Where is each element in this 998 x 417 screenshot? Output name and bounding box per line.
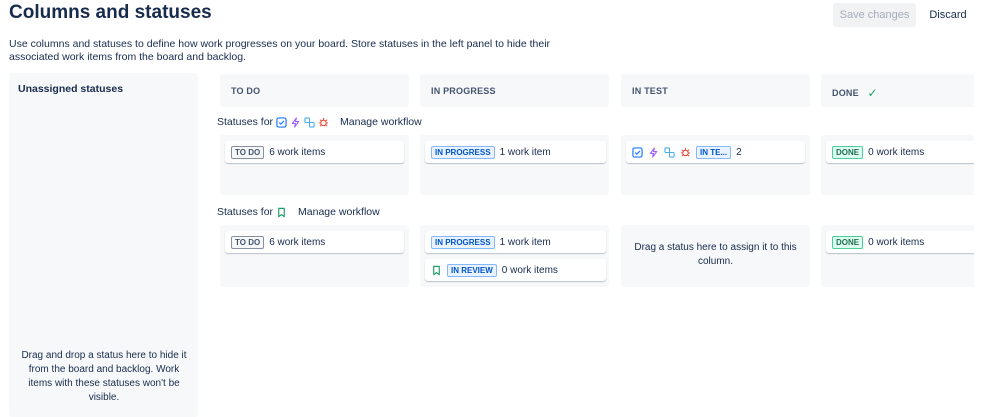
unassigned-statuses-panel[interactable]: Unassigned statuses Drag and drop a stat… <box>9 73 198 417</box>
status-card[interactable]: IN PROGRESS 1 work item <box>425 141 606 163</box>
status-lozenge: TO DO <box>231 145 265 159</box>
status-lozenge: TO DO <box>231 235 265 249</box>
unassigned-drop-hint: Drag and drop a status here to hide it f… <box>21 350 187 403</box>
column-title: DONE <box>832 88 859 98</box>
unassigned-statuses-title: Unassigned statuses <box>18 83 124 95</box>
work-item-count: 1 work item <box>499 236 551 248</box>
bug-icon <box>680 147 691 157</box>
column-drop-hint: Drag a status here to assign it to this … <box>634 242 797 267</box>
statuses-for-label: Statuses for <box>217 116 274 128</box>
task-icon <box>632 146 643 158</box>
work-item-count: 0 work items <box>868 146 925 158</box>
column-cell-empty[interactable]: Drag a status here to assign it to this … <box>621 225 810 287</box>
discard-button[interactable]: Discard <box>922 3 974 27</box>
column-cell[interactable]: IN PROGRESS 1 work item <box>420 135 609 195</box>
save-changes-button[interactable]: Save changes <box>833 3 916 27</box>
work-item-count: 0 work items <box>868 236 925 248</box>
manage-workflow-link[interactable]: Manage workflow <box>298 206 380 218</box>
scroll-edge <box>974 74 998 417</box>
page-description: Use columns and statuses to define how w… <box>9 38 551 63</box>
column-cell[interactable]: IN TE... 2 <box>621 135 810 195</box>
status-lozenge: IN TE... <box>696 145 732 159</box>
workflow-row-label: Statuses for Manage workflow <box>217 206 380 218</box>
story-icon <box>433 265 440 275</box>
story-icon <box>278 207 285 217</box>
epic-icon <box>649 146 658 158</box>
status-card[interactable]: IN TE... 2 <box>626 141 805 163</box>
column-title: TO DO <box>231 86 261 96</box>
work-item-count: 1 work item <box>499 146 551 158</box>
status-lozenge: DONE <box>832 145 864 159</box>
work-item-count: 0 work items <box>501 264 558 276</box>
column-header-todo[interactable]: TO DO <box>220 74 409 107</box>
column-cell[interactable]: DONE 0 work items <box>821 135 986 195</box>
task-icon <box>276 116 287 128</box>
column-title: IN PROGRESS <box>431 86 496 96</box>
column-header-in-test[interactable]: IN TEST <box>621 74 810 107</box>
column-cell[interactable]: IN PROGRESS 1 work item IN REVIEW 0 work… <box>420 225 609 287</box>
column-header-done[interactable]: DONE ✓ <box>821 74 981 107</box>
column-cell[interactable]: TO DO 6 work items <box>220 135 409 195</box>
subtask-icon <box>664 146 675 158</box>
statuses-for-label: Statuses for <box>217 206 274 218</box>
status-card[interactable]: TO DO 6 work items <box>225 231 404 253</box>
column-title: IN TEST <box>632 86 668 96</box>
workflow-row-label: Statuses for Manage workflow <box>217 116 422 128</box>
status-card[interactable]: DONE 0 work items <box>826 141 986 163</box>
column-cell[interactable]: DONE 0 work items <box>821 225 986 287</box>
work-item-count: 2 <box>736 146 742 158</box>
status-lozenge: IN REVIEW <box>447 263 497 277</box>
status-lozenge: IN PROGRESS <box>431 235 495 249</box>
subtask-icon <box>304 116 315 128</box>
page-title: Columns and statuses <box>9 2 212 23</box>
status-lozenge: DONE <box>832 235 864 249</box>
status-card[interactable]: DONE 0 work items <box>826 231 986 253</box>
column-header-in-progress[interactable]: IN PROGRESS <box>420 74 609 107</box>
work-item-count: 6 work items <box>269 236 326 248</box>
status-lozenge: IN PROGRESS <box>431 145 495 159</box>
column-cell[interactable]: TO DO 6 work items <box>220 225 409 287</box>
status-card[interactable]: TO DO 6 work items <box>225 141 404 163</box>
epic-icon <box>291 116 300 128</box>
status-card[interactable]: IN REVIEW 0 work items <box>425 259 606 281</box>
bug-icon <box>318 117 329 127</box>
work-item-count: 6 work items <box>269 146 326 158</box>
status-card[interactable]: IN PROGRESS 1 work item <box>425 231 606 253</box>
done-check-icon: ✓ <box>867 86 878 100</box>
manage-workflow-link[interactable]: Manage workflow <box>340 116 422 128</box>
